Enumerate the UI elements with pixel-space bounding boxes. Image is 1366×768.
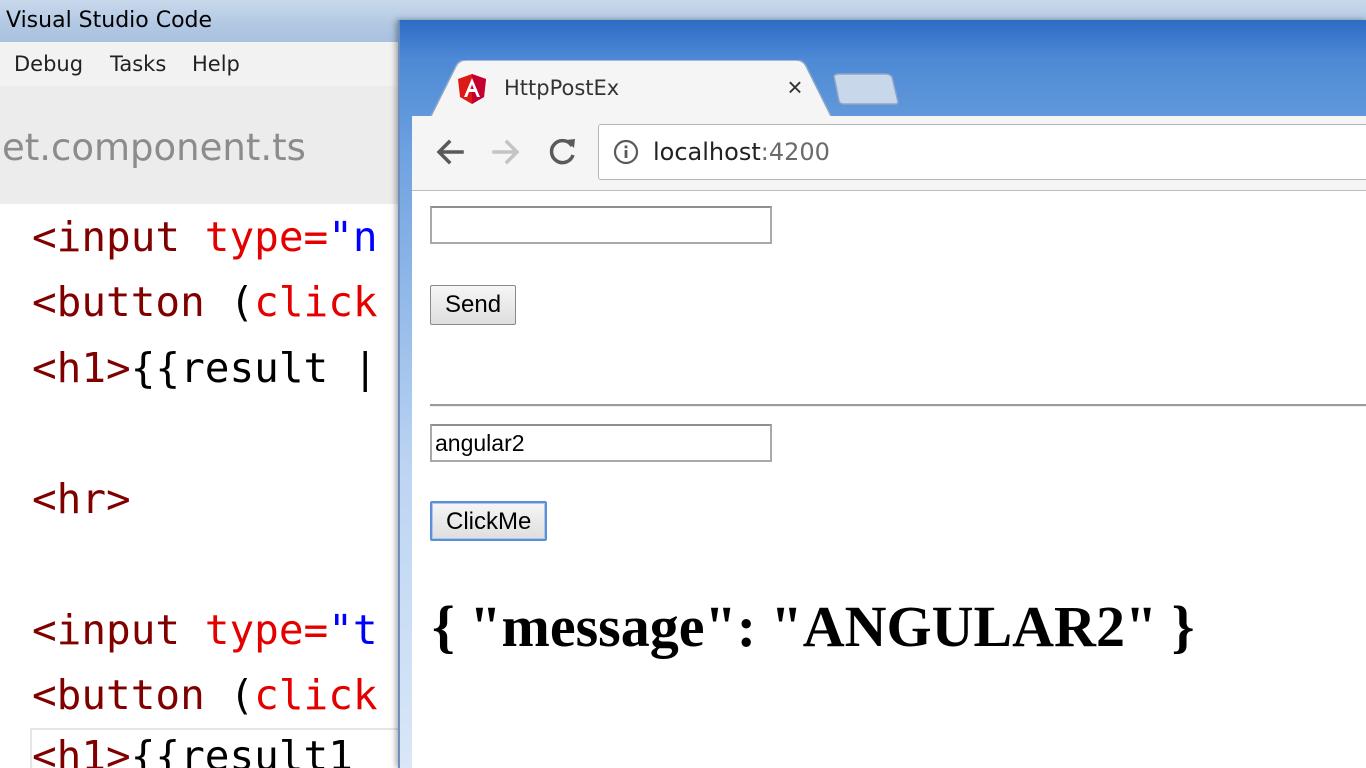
code-token-tag: <hr> [32,475,131,523]
browser-tab[interactable]: HttpPostEx × [430,60,832,118]
reload-icon[interactable] [544,134,580,170]
send-button[interactable]: Send [430,285,517,325]
tab-title: HttpPostEx [504,76,620,100]
message-input[interactable] [430,206,772,244]
editor-tab-filename[interactable]: et.component.ts [2,126,306,169]
vscode-title: Visual Studio Code [6,8,213,33]
code-token-tag: <input [32,213,181,261]
arrow-right-icon[interactable] [488,134,524,170]
code-token-tag: <h1> [32,732,131,768]
code-line-3: <h1>{{result | [32,343,378,393]
address-bar[interactable]: localhost:4200 [598,124,1366,180]
code-line-2: <button (click [32,277,378,327]
menu-tasks[interactable]: Tasks [110,52,166,76]
code-line-8: <button (click [32,670,378,720]
close-icon[interactable]: × [780,72,810,102]
code-token-tag: <button [32,671,205,719]
code-token-attr: type= [180,606,329,654]
code-token-attr: type= [180,213,329,261]
code-token-string: "t [328,606,378,654]
code-line-5: <hr> [32,474,131,524]
code-token-plain: {{result1 [130,732,353,768]
info-icon[interactable] [613,139,639,165]
code-token-plain: {{result | [130,344,378,392]
code-token-tag: <input [32,606,181,654]
code-token-plain: ( [204,278,255,326]
horizontal-rule [430,404,1366,407]
code-line-7: <input type="t [32,605,378,655]
code-token-tag: <button [32,278,205,326]
url-port: :4200 [760,138,830,166]
chrome-frame[interactable] [400,20,1366,60]
chrome-window: HttpPostEx × localhost:4200 Send angular… [398,20,1366,768]
result-heading: { "message": "ANGULAR2" } [432,594,1195,659]
code-token-string: "n [328,213,378,261]
url-text: localhost:4200 [653,138,830,166]
code-line-9: <h1>{{result1 [32,731,353,768]
browser-toolbar: localhost:4200 [412,116,1366,191]
code-token-plain: ( [204,671,255,719]
text-input[interactable] [430,424,772,462]
clickme-button[interactable]: ClickMe [430,501,548,541]
code-line-1: <input type="n [32,212,378,262]
code-token-tag: <h1> [32,344,131,392]
arrow-left-icon[interactable] [432,134,468,170]
menu-help[interactable]: Help [192,52,240,76]
code-token-attr: click [254,278,378,326]
new-tab-button[interactable] [830,72,902,106]
code-token-attr: click [254,671,378,719]
page-content: Send ClickMe { "message": "ANGULAR2" } [412,191,1366,768]
tab-shape [430,60,832,118]
menu-debug[interactable]: Debug [14,52,83,76]
angular-icon [458,74,486,104]
url-host: localhost [653,138,761,166]
